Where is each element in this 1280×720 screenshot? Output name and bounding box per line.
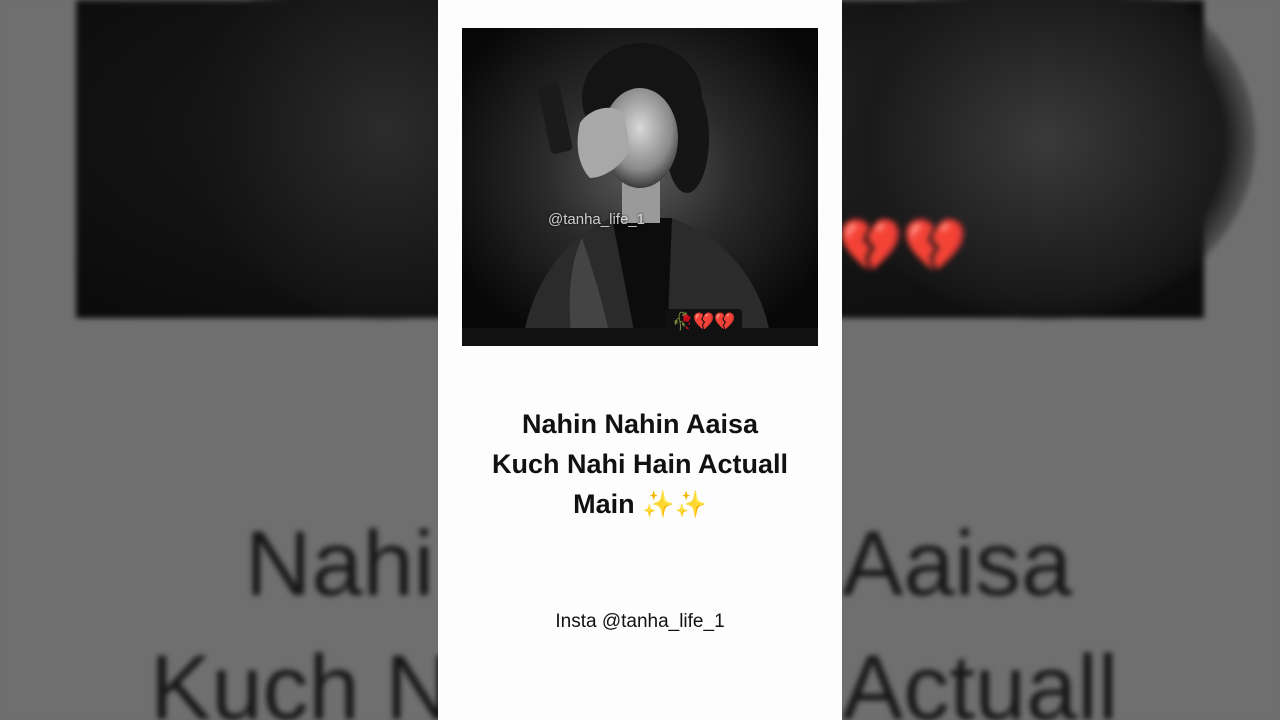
instagram-handle: Insta @tanha_life_1 bbox=[555, 611, 725, 632]
photo-watermark: @tanha_life_1 bbox=[548, 211, 645, 228]
backdrop-quote-line-2-left: Kuch N bbox=[150, 637, 452, 720]
quote-text: Nahin Nahin Aaisa Kuch Nahi Hain Actuall… bbox=[438, 404, 842, 524]
backdrop-quote-line-1-right: Aaisa bbox=[842, 513, 1073, 615]
quote-line-2: Kuch Nahi Hain Actuall bbox=[491, 449, 789, 479]
quote-line-1: Nahin Nahin Aaisa bbox=[521, 409, 759, 439]
backdrop-quote-line-1-left: Nahi bbox=[245, 513, 435, 615]
quote-line-3-text: Main bbox=[573, 489, 635, 519]
sparkles-emoji: ✨✨ bbox=[642, 489, 707, 519]
portrait-photo: @tanha_life_1 🥀💔💔 bbox=[462, 28, 818, 346]
quote-line-3: Main ✨✨ bbox=[438, 484, 842, 524]
quote-card: @tanha_life_1 🥀💔💔 Nahin Nahin Aaisa Kuch… bbox=[438, 0, 842, 720]
backdrop-heart-emoji: 💔💔 bbox=[838, 216, 968, 276]
rose-broken-heart-emoji: 🥀💔💔 bbox=[666, 309, 742, 336]
backdrop-quote-line-2-right: Actuall bbox=[842, 637, 1119, 720]
portrait-illustration bbox=[462, 28, 818, 346]
video-frame: 💔💔 Nahi Aaisa Kuch N Actuall @tanha_life… bbox=[0, 0, 1280, 720]
